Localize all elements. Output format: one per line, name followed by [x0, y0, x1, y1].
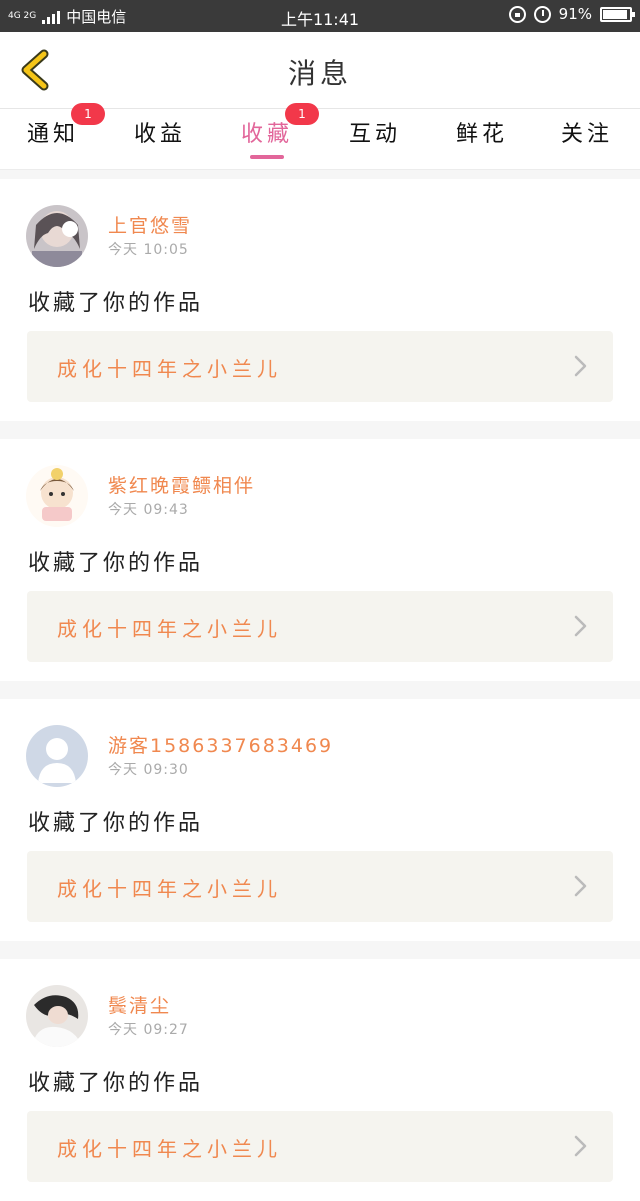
tab-flowers[interactable]: 鲜花 [432, 109, 532, 169]
girl-photo-avatar-2 [26, 985, 88, 1047]
tab-label: 鲜花 [455, 122, 508, 147]
work-link[interactable]: 成化十四年之小兰儿 [27, 591, 613, 662]
timestamp: 今天 10:05 [108, 242, 189, 258]
work-link[interactable]: 成化十四年之小兰儿 [27, 1111, 613, 1182]
default-user-avatar [26, 725, 88, 787]
username[interactable]: 紫红晚霞鳔相伴 [108, 471, 255, 498]
timestamp: 今天 09:30 [108, 762, 189, 778]
message-text: 收藏了你的作品 [28, 1071, 204, 1096]
tab-label: 关注 [560, 122, 613, 147]
message-text: 收藏了你的作品 [28, 291, 204, 316]
battery-percent: 91% [558, 5, 592, 23]
tab-follows[interactable]: 关注 [537, 109, 637, 169]
work-link[interactable]: 成化十四年之小兰儿 [27, 331, 613, 402]
rotation-lock-icon [508, 5, 526, 23]
tab-bar: 通知 1 收益 收藏 1 互动 鲜花 关注 [0, 103, 640, 170]
avatar[interactable] [26, 205, 88, 267]
girl-photo-avatar [26, 205, 88, 267]
username[interactable]: 游客15863376834​69 [108, 731, 333, 758]
message-card: 鬓清尘 今天 09:27 收藏了你的作品 成化十四年之小兰儿 [0, 959, 640, 1201]
username[interactable]: 上官悠雪 [108, 211, 192, 238]
tab-label: 互动 [348, 122, 401, 147]
status-right: 91% [508, 5, 635, 23]
work-link[interactable]: 成化十四年之小兰儿 [27, 851, 613, 922]
timestamp: 今天 09:27 [108, 1022, 189, 1038]
tab-favorites[interactable]: 收藏 1 [217, 103, 319, 169]
tab-label: 通知 [26, 122, 79, 147]
work-title: 成化十四年之小兰儿 [57, 1137, 282, 1161]
unread-badge: 1 [71, 103, 105, 125]
chevron-right-icon [574, 355, 587, 377]
page-title: 消息 [287, 57, 352, 90]
avatar[interactable] [26, 985, 88, 1047]
chevron-right-icon [574, 615, 587, 637]
chevron-right-icon [574, 875, 587, 897]
battery-fill [603, 9, 627, 19]
work-title: 成化十四年之小兰儿 [57, 877, 282, 901]
tab-notifications[interactable]: 通知 1 [3, 103, 105, 169]
work-title: 成化十四年之小兰儿 [57, 617, 282, 641]
tab-label: 收益 [133, 122, 186, 147]
unread-badge: 1 [285, 103, 319, 125]
message-card: 游客15863376834​69 今天 09:30 收藏了你的作品 成化十四年之… [0, 699, 640, 941]
message-card: 紫红晚霞鳔相伴 今天 09:43 收藏了你的作品 成化十四年之小兰儿 [0, 439, 640, 681]
cartoon-girl-avatar [26, 465, 88, 527]
status-bar: 4G 2G 中国电信 上午11:41 91% [0, 0, 640, 32]
avatar[interactable] [26, 465, 88, 527]
message-text: 收藏了你的作品 [28, 551, 204, 576]
tab-interactions[interactable]: 互动 [325, 109, 425, 169]
active-tab-indicator [250, 155, 284, 159]
work-title: 成化十四年之小兰儿 [57, 357, 282, 381]
alarm-clock-icon [533, 5, 551, 23]
tab-earnings[interactable]: 收益 [110, 109, 210, 169]
avatar[interactable] [26, 725, 88, 787]
battery-icon [600, 6, 635, 22]
message-card: 上官悠雪 今天 10:05 收藏了你的作品 成化十四年之小兰儿 [0, 179, 640, 421]
timestamp: 今天 09:43 [108, 502, 189, 518]
username[interactable]: 鬓清尘 [108, 991, 171, 1018]
app-header: 消息 [0, 32, 640, 109]
tab-label: 收藏 [240, 122, 293, 147]
message-text: 收藏了你的作品 [28, 811, 204, 836]
